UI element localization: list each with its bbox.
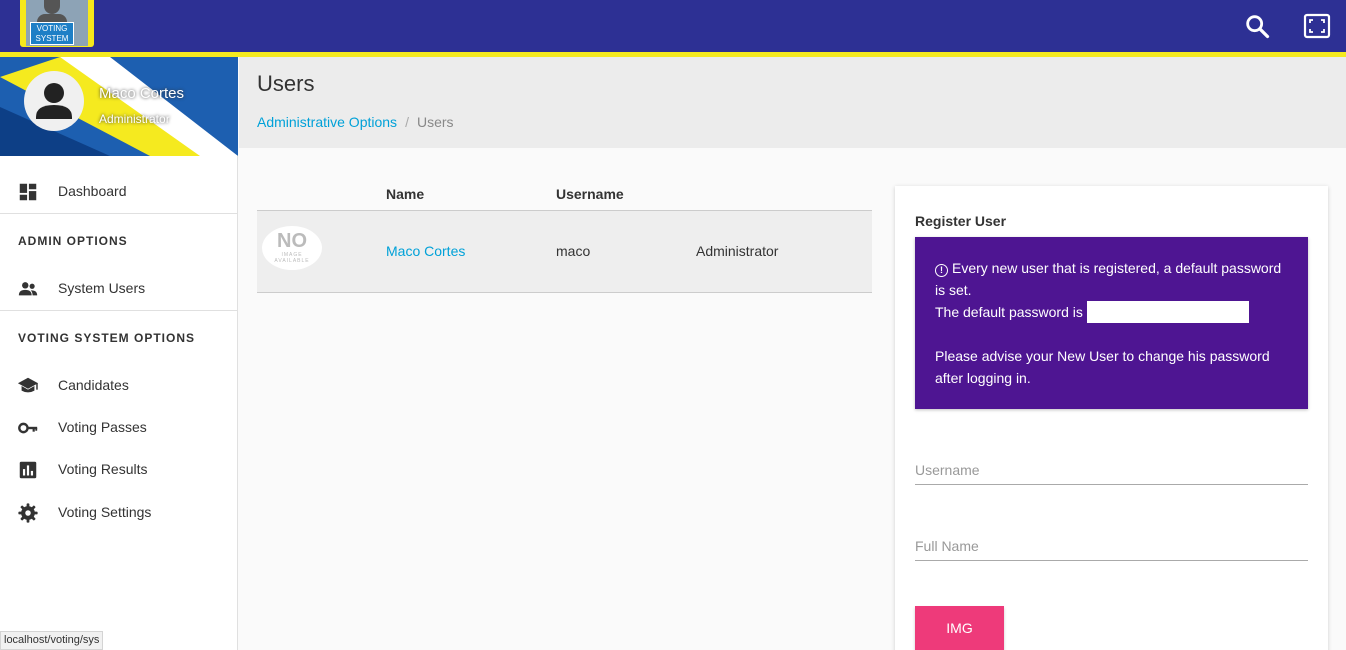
sidebar-item-label: Voting Settings <box>58 504 152 520</box>
key-icon <box>18 422 38 434</box>
info-icon: ! <box>935 264 948 277</box>
register-user-card: Register User ! Every new user that is re… <box>895 186 1328 650</box>
content-header: Users Administrative Options / Users <box>239 57 1346 148</box>
default-password-notice: ! Every new user that is registered, a de… <box>915 237 1308 409</box>
user-role: Administrator <box>99 112 170 126</box>
breadcrumb-separator: / <box>405 114 409 130</box>
chart-icon <box>19 461 37 479</box>
sidebar-item-candidates[interactable]: Candidates <box>0 365 238 405</box>
breadcrumb-administrative-options[interactable]: Administrative Options <box>257 114 397 130</box>
sidebar-item-label: Voting Passes <box>58 419 147 435</box>
breadcrumb: Administrative Options / Users <box>257 114 454 130</box>
sidebar-item-label: Candidates <box>58 377 129 393</box>
column-header-username: Username <box>556 186 624 202</box>
graduation-cap-icon <box>17 377 39 393</box>
default-password-value <box>1086 301 1249 323</box>
card-title: Register User <box>915 213 1007 229</box>
status-bar-url: localhost/voting/sys <box>0 631 104 650</box>
column-header-name: Name <box>386 186 425 202</box>
person-icon <box>36 83 72 119</box>
section-admin-options: ADMIN OPTIONS <box>18 234 128 248</box>
sidebar: Maco Cortes Administrator Dashboard ADMI… <box>0 57 238 650</box>
people-icon <box>18 282 38 296</box>
sidebar-item-system-users[interactable]: System Users <box>0 268 238 308</box>
sidebar-item-voting-settings[interactable]: Voting Settings <box>0 492 238 532</box>
user-thumbnail: NO IMAGE AVAILABLE <box>262 226 322 270</box>
img-upload-button[interactable]: IMG <box>915 606 1004 650</box>
sidebar-item-dashboard[interactable]: Dashboard <box>0 171 238 211</box>
sidebar-item-voting-results[interactable]: Voting Results <box>0 449 238 489</box>
user-info-panel: Maco Cortes Administrator <box>0 57 238 156</box>
logo-text: VOTING SYSTEM <box>30 22 74 45</box>
user-name: Maco Cortes <box>99 85 185 102</box>
gear-icon <box>18 503 38 523</box>
notice-line-3: Please advise your New User to change hi… <box>935 348 1270 386</box>
avatar[interactable] <box>24 71 84 131</box>
full-name-input[interactable] <box>915 521 1308 559</box>
notice-line-1: Every new user that is registered, a def… <box>935 260 1282 298</box>
table-row[interactable]: NO IMAGE AVAILABLE Maco Cortes maco Admi… <box>257 211 872 293</box>
username-input[interactable] <box>915 445 1308 483</box>
fullscreen-icon[interactable] <box>1303 12 1331 40</box>
search-icon[interactable] <box>1243 12 1271 40</box>
breadcrumb-current: Users <box>416 114 454 130</box>
page-title: Users <box>257 71 315 96</box>
sidebar-item-label: Dashboard <box>58 183 127 199</box>
full-name-field <box>915 521 1308 561</box>
sidebar-item-voting-passes[interactable]: Voting Passes <box>0 407 238 447</box>
dashboard-icon <box>19 183 37 201</box>
user-role: Administrator <box>696 243 779 259</box>
sidebar-item-label: Voting Results <box>58 461 148 477</box>
user-name-link[interactable]: Maco Cortes <box>386 243 465 259</box>
voting-system-logo[interactable]: VOTING SYSTEM <box>20 0 94 47</box>
top-app-bar: VOTING SYSTEM <box>0 0 1346 52</box>
sidebar-item-label: System Users <box>58 280 146 296</box>
user-username: maco <box>556 243 591 259</box>
section-voting-system-options: VOTING SYSTEM OPTIONS <box>18 331 196 345</box>
divider <box>0 310 238 311</box>
notice-line-2: The default password is <box>935 304 1083 320</box>
username-field <box>915 445 1308 485</box>
divider <box>0 213 238 214</box>
